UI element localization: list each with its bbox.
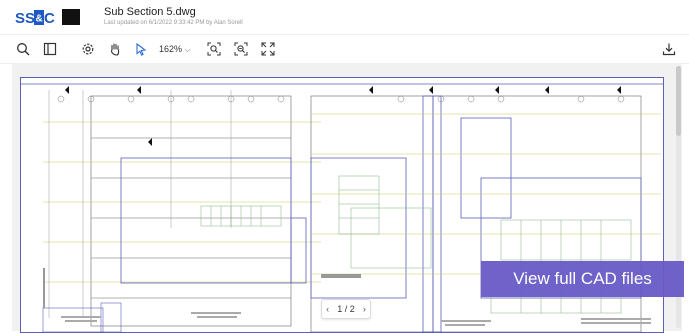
blue-prism-badge xyxy=(62,9,80,25)
svg-text:SS: SS xyxy=(15,10,35,27)
viewer-toolbar: 162% ⌵ xyxy=(0,34,689,64)
zoom-in-window-icon[interactable] xyxy=(205,40,223,58)
last-updated-text: Last updated on 6/1/2022 9:33:42 PM by A… xyxy=(104,20,243,26)
next-page-button[interactable]: › xyxy=(363,304,366,314)
scrollbar-thumb[interactable] xyxy=(676,66,681,136)
prev-page-button[interactable]: ‹ xyxy=(326,304,329,314)
zoom-value: 162% xyxy=(159,44,183,54)
select-cursor-icon[interactable] xyxy=(132,40,150,58)
svg-text:C: C xyxy=(44,10,55,27)
search-icon[interactable] xyxy=(14,40,32,58)
header: SS & C Sub Section 5.dwg Last updated on… xyxy=(0,0,689,34)
ssc-logo: SS & C xyxy=(14,7,56,28)
file-title: Sub Section 5.dwg xyxy=(104,6,196,18)
download-icon[interactable] xyxy=(660,40,678,58)
page-indicator: 1 / 2 xyxy=(337,304,355,314)
gear-icon[interactable] xyxy=(79,40,97,58)
zoom-out-window-icon[interactable] xyxy=(232,40,250,58)
zoom-dropdown[interactable]: 162% ⌵ xyxy=(159,44,191,55)
pan-hand-icon[interactable] xyxy=(106,40,124,58)
svg-text:&: & xyxy=(36,14,43,25)
chevron-down-icon: ⌵ xyxy=(184,45,191,54)
page-navigator: ‹ 1 / 2 › xyxy=(321,299,371,319)
fit-to-screen-icon[interactable] xyxy=(259,40,277,58)
panel-toggle-icon[interactable] xyxy=(41,40,59,58)
view-full-cad-files-button[interactable]: View full CAD files xyxy=(481,261,684,297)
